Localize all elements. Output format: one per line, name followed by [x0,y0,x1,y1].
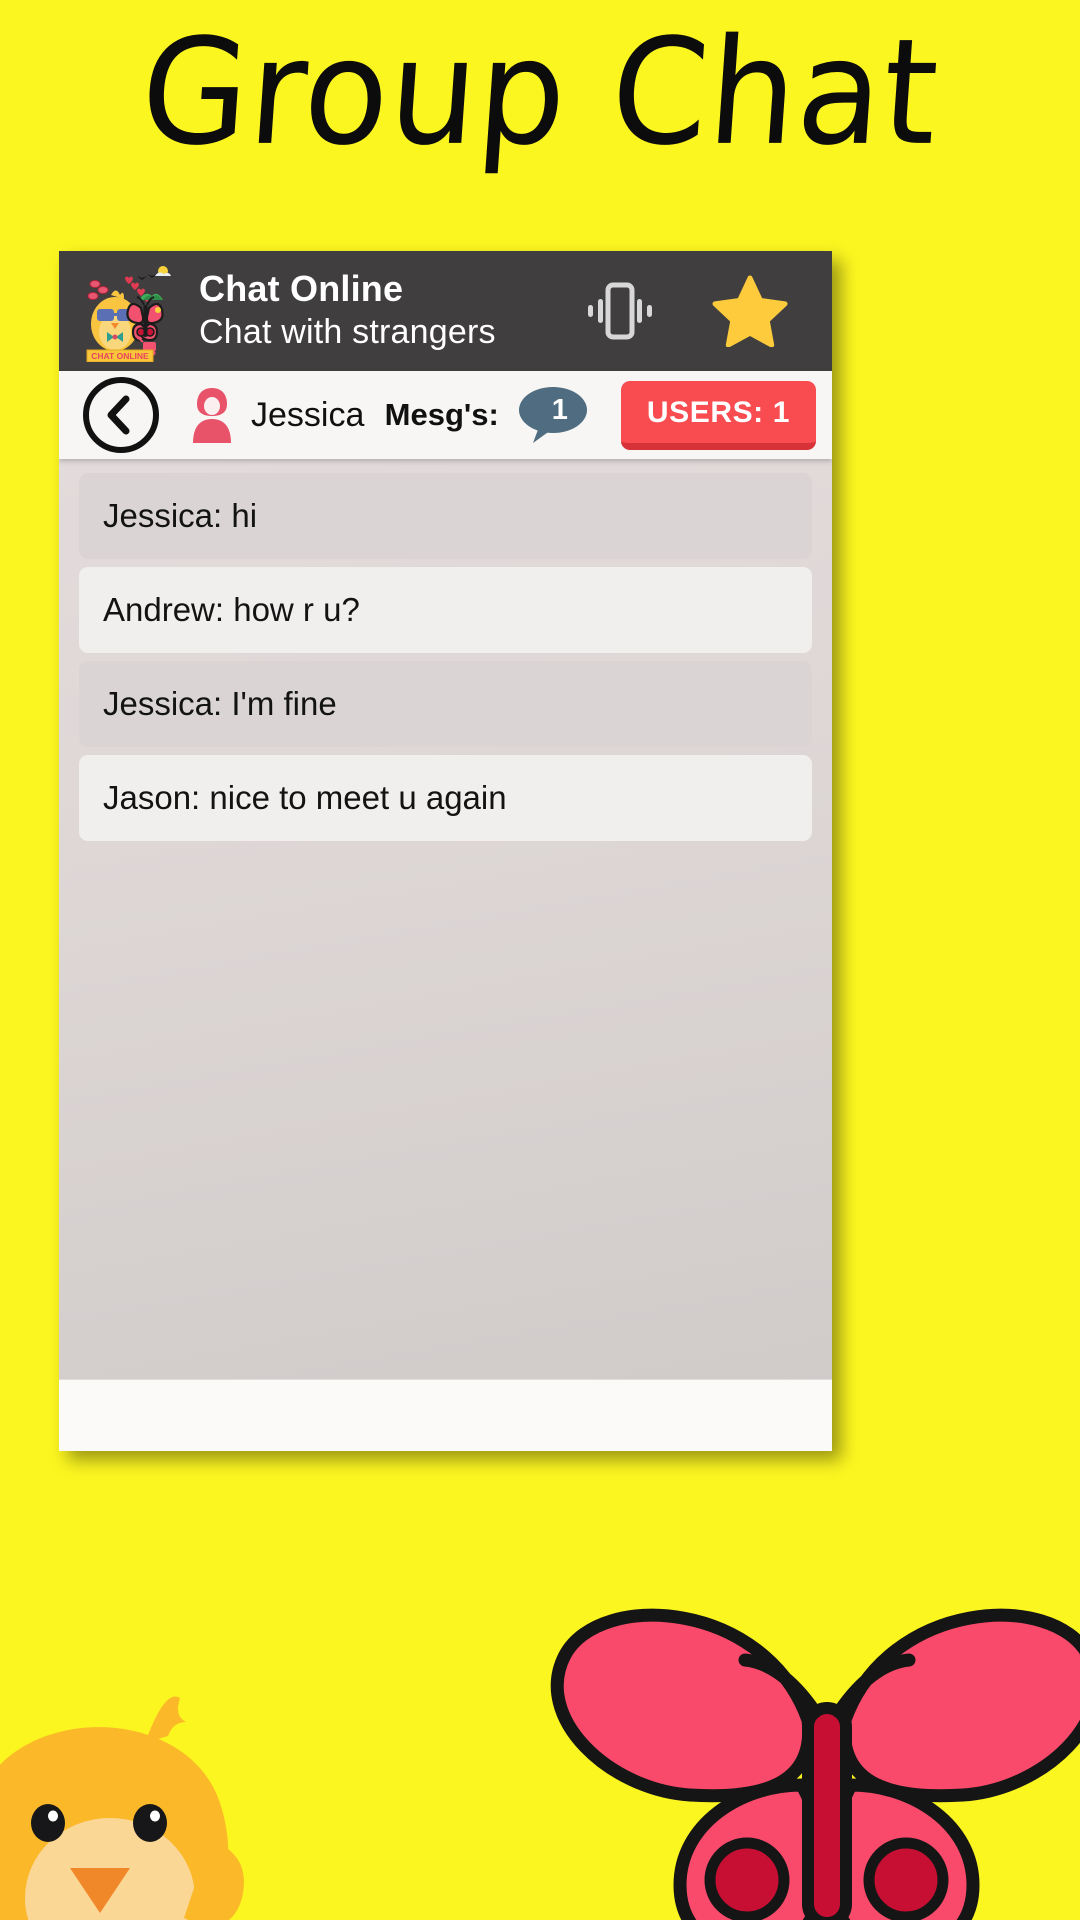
butterfly-mascot-icon [540,1580,1080,1920]
messages-count: 1 [551,393,568,426]
chat-message-row[interactable]: Jessica: I'm fine [79,661,812,747]
back-chevron-icon [107,395,134,435]
back-button[interactable] [83,377,159,453]
chat-message-row[interactable]: Jason: nice to meet u again [79,755,812,841]
svg-text:CHAT ONLINE: CHAT ONLINE [91,351,149,361]
chat-message-list[interactable]: Jessica: hi Andrew: how r u? Jessica: I'… [59,459,832,1451]
app-subtitle: Chat with strangers [199,313,496,351]
chat-message-row[interactable]: Andrew: how r u? [79,567,812,653]
app-header-titles: Chat Online Chat with strangers [199,268,584,354]
messages-label: Mesg's: [384,397,499,432]
app-header-actions [584,275,832,347]
speech-bubble-icon[interactable]: 1 [517,383,589,447]
message-input-bar[interactable] [59,1379,832,1451]
chat-nav-bar: Jessica Mesg's: 1 USERS: 1 [59,371,832,459]
app-header-bar: CHAT ONLINE Chat Online Chat with strang… [59,251,832,371]
page-title: Group Chat [135,7,945,178]
chat-message-row[interactable]: Jessica: hi [79,473,812,559]
chick-mascot-icon [0,1568,290,1920]
star-icon[interactable] [712,275,788,347]
vibrate-icon[interactable] [584,279,656,343]
app-title: Chat Online [199,268,404,309]
phone-screenshot-card: CHAT ONLINE Chat Online Chat with strang… [59,251,832,1451]
chat-online-app-icon: CHAT ONLINE [81,262,177,362]
female-avatar-icon [189,385,235,445]
peer-name: Jessica [251,395,365,434]
users-button[interactable]: USERS: 1 [620,380,816,450]
